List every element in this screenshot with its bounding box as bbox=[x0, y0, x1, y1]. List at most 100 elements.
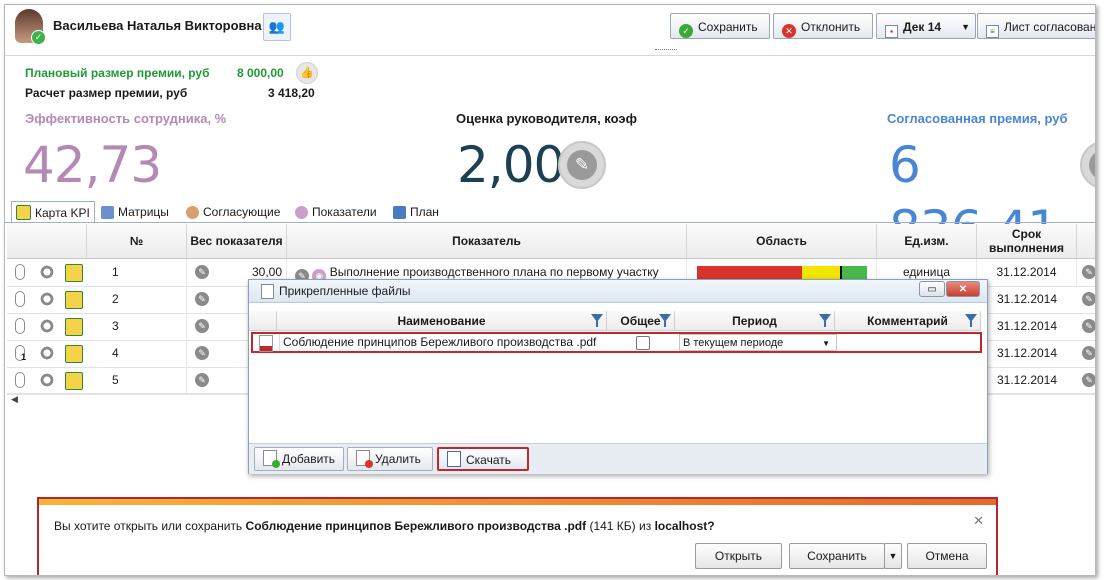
tab-plan[interactable]: План bbox=[393, 201, 439, 223]
scroll-left-icon[interactable]: ◀ bbox=[11, 394, 18, 405]
pencil-icon[interactable]: ✎ bbox=[195, 373, 209, 387]
gear-icon[interactable] bbox=[39, 345, 55, 361]
edit-score-button[interactable]: ✎ bbox=[558, 141, 606, 189]
pencil-icon[interactable]: ✎ bbox=[195, 346, 209, 360]
period-select[interactable]: В текущем периоде ▼ bbox=[679, 334, 837, 351]
paperclip-icon[interactable] bbox=[15, 264, 25, 280]
gear-icon[interactable] bbox=[39, 318, 55, 334]
filter-icon[interactable] bbox=[965, 314, 977, 327]
check-icon: ✓ bbox=[31, 30, 46, 45]
reject-button[interactable]: ✕ Отклонить bbox=[773, 13, 873, 39]
header-name[interactable]: Наименование bbox=[277, 311, 607, 331]
header-weight[interactable]: Вес показателя bbox=[187, 224, 287, 258]
pencil-icon[interactable]: ✎ bbox=[195, 319, 209, 333]
sheet-icon: ≡ bbox=[986, 25, 999, 38]
file-row[interactable]: Соблюдение принципов Бережливого произво… bbox=[251, 332, 982, 353]
header-comment[interactable]: Комментарий bbox=[835, 311, 981, 331]
chevron-down-icon: ▼ bbox=[822, 339, 830, 348]
minimize-button[interactable]: ▭ bbox=[919, 281, 945, 297]
sheet-icon[interactable] bbox=[65, 264, 83, 282]
thumbs-up-icon[interactable]: 👍 bbox=[296, 62, 318, 84]
row-deadline: 31.12.2014 bbox=[996, 319, 1058, 333]
cancel-button[interactable]: Отмена bbox=[907, 543, 987, 569]
matrix-icon bbox=[101, 206, 114, 219]
pencil-icon: ✎ bbox=[1089, 150, 1095, 180]
header-deadline[interactable]: Срок выполнения bbox=[977, 224, 1077, 258]
gear-icon[interactable] bbox=[39, 372, 55, 388]
header-indicator[interactable]: Показатель bbox=[287, 224, 687, 258]
pencil-icon[interactable]: ✎ bbox=[1082, 346, 1095, 360]
dialog-titlebar: Прикрепленные файлы ▭ ✕ bbox=[249, 280, 987, 303]
period-button[interactable]: ▪ Дек 14 ▼ bbox=[876, 13, 976, 39]
header-period[interactable]: Период bbox=[675, 311, 835, 331]
row-num: 4 bbox=[87, 340, 187, 367]
header-common[interactable]: Общее bbox=[607, 311, 675, 331]
top-bar: ✓ Васильева Наталья Викторовна 👥 ✓ Сохран… bbox=[5, 5, 1095, 49]
chevron-down-icon: ▼ bbox=[888, 551, 898, 561]
filter-icon[interactable] bbox=[591, 314, 603, 327]
save-file-button[interactable]: Сохранить bbox=[789, 543, 885, 569]
sheet-icon[interactable] bbox=[65, 291, 83, 309]
user-avatar: ✓ bbox=[15, 9, 46, 45]
close-button[interactable]: ✕ bbox=[946, 281, 980, 297]
sheet-icon[interactable] bbox=[65, 318, 83, 336]
tab-kpi-map[interactable]: Карта KPI bbox=[11, 201, 95, 224]
sheet-icon[interactable] bbox=[65, 345, 83, 363]
attachment-count-badge: 1 bbox=[21, 352, 27, 362]
attached-files-dialog: Прикрепленные файлы ▭ ✕ Наименование Общ… bbox=[248, 279, 988, 474]
paperclip-icon[interactable] bbox=[15, 372, 25, 388]
row-deadline: 31.12.2014 bbox=[996, 292, 1058, 306]
pencil-icon[interactable]: ✎ bbox=[1082, 292, 1095, 306]
filter-icon[interactable] bbox=[819, 314, 831, 327]
user-name: Васильева Наталья Викторовна bbox=[53, 18, 262, 33]
header-area[interactable]: Область bbox=[687, 224, 877, 258]
header-num[interactable]: № bbox=[87, 224, 187, 258]
paperclip-icon[interactable] bbox=[15, 318, 25, 334]
file-comment[interactable] bbox=[839, 334, 979, 351]
sheet-icon[interactable] bbox=[65, 372, 83, 390]
indicator-icon bbox=[295, 206, 308, 219]
common-checkbox[interactable] bbox=[636, 336, 650, 350]
add-file-button[interactable]: Добавить bbox=[254, 447, 344, 471]
pencil-icon[interactable]: ✎ bbox=[195, 292, 209, 306]
delete-icon bbox=[356, 450, 373, 468]
download-icon bbox=[447, 451, 461, 467]
tab-approvers[interactable]: Согласующие bbox=[186, 201, 280, 223]
manager-score-value: 2,00 bbox=[457, 136, 565, 194]
download-file-button[interactable]: Скачать bbox=[437, 447, 529, 471]
area-marker bbox=[840, 266, 842, 279]
gear-icon[interactable] bbox=[39, 291, 55, 307]
download-bar-stripe bbox=[39, 499, 996, 505]
users-icon[interactable]: 👥 bbox=[263, 13, 291, 41]
divider bbox=[5, 55, 1095, 56]
gear-icon[interactable] bbox=[39, 264, 55, 280]
close-icon[interactable]: ✕ bbox=[973, 513, 984, 529]
delete-file-button[interactable]: Удалить bbox=[347, 447, 433, 471]
header-unit[interactable]: Ед.изм. bbox=[877, 224, 977, 258]
row-deadline: 31.12.2014 bbox=[996, 346, 1058, 360]
efficiency-value: 42,73 bbox=[23, 136, 162, 194]
filter-icon[interactable] bbox=[659, 314, 671, 327]
tab-underline bbox=[5, 222, 1095, 223]
save-options-dropdown[interactable]: ▼ bbox=[884, 543, 902, 569]
approval-sheet-button[interactable]: ≡Лист согласования bbox=[977, 13, 1095, 39]
agreed-bonus-label: Согласованная премия, руб bbox=[887, 111, 1068, 126]
pencil-icon[interactable]: ✎ bbox=[1082, 265, 1095, 279]
row-deadline: 31.12.2014 bbox=[977, 259, 1077, 286]
pencil-icon[interactable]: ✎ bbox=[1082, 319, 1095, 333]
save-button[interactable]: ✓ Сохранить bbox=[670, 13, 770, 39]
pencil-icon[interactable]: ✎ bbox=[1082, 373, 1095, 387]
paperclip-icon[interactable] bbox=[15, 291, 25, 307]
dialog-title: Прикрепленные файлы bbox=[279, 284, 411, 298]
dialog-toolbar: Добавить Удалить Скачать bbox=[249, 443, 987, 474]
pdf-icon bbox=[259, 335, 273, 352]
plan-bonus-value: 8 000,00 bbox=[237, 66, 284, 80]
pencil-icon[interactable]: ✎ bbox=[195, 265, 209, 279]
tab-indicators[interactable]: Показатели bbox=[295, 201, 377, 223]
chevron-down-icon: ▼ bbox=[961, 22, 970, 32]
open-button[interactable]: Открыть bbox=[695, 543, 782, 569]
row-num: 3 bbox=[87, 313, 187, 340]
tab-bar: Карта KPI Матрицы Согласующие Показатели… bbox=[9, 201, 1095, 224]
add-icon bbox=[263, 450, 280, 468]
tab-matrices[interactable]: Матрицы bbox=[101, 201, 169, 223]
